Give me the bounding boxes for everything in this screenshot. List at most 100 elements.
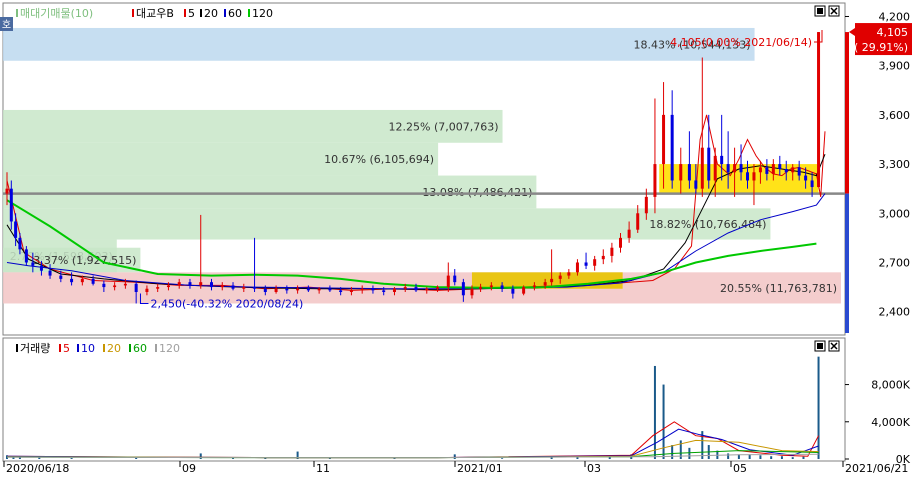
volume-bar-18 bbox=[653, 365, 656, 459]
legend-badge[interactable]: 호 bbox=[2, 19, 11, 31]
legend-swatch bbox=[59, 344, 61, 352]
legend-label[interactable]: 20 bbox=[107, 342, 121, 355]
current-price-value: 4,105 bbox=[877, 26, 909, 39]
candle-body bbox=[610, 247, 614, 256]
volume-bar-31 bbox=[780, 456, 783, 459]
candle-body bbox=[694, 180, 698, 189]
x-tick-label: 2020/06/18 bbox=[6, 462, 69, 475]
candle-body bbox=[24, 249, 28, 263]
candle-body bbox=[575, 262, 579, 273]
volume-bar-11 bbox=[393, 458, 396, 459]
candle-body bbox=[188, 282, 192, 286]
annotation-low: 2,450(-40.32% 2020/08/24) bbox=[150, 297, 303, 310]
candle-body bbox=[810, 180, 814, 188]
legend-swatch bbox=[16, 344, 18, 352]
volume-profile-label-6: 3.37% (1,927,515) bbox=[33, 254, 136, 267]
candle-body bbox=[479, 287, 483, 289]
volume-bar-3 bbox=[38, 457, 41, 459]
candle-body bbox=[177, 282, 181, 286]
candle-body bbox=[791, 167, 795, 173]
legend-label[interactable]: 120 bbox=[252, 7, 273, 20]
candle-body bbox=[550, 278, 554, 283]
candle-body bbox=[784, 169, 788, 173]
legend-label[interactable]: 매대기매물(10) bbox=[20, 7, 93, 20]
candle-body bbox=[360, 288, 364, 291]
legend-label[interactable]: 5 bbox=[63, 342, 70, 355]
legend-label[interactable]: 10 bbox=[81, 342, 95, 355]
legend-swatch bbox=[77, 344, 79, 352]
legend-label[interactable]: 5 bbox=[188, 7, 195, 20]
volume-bar-12 bbox=[453, 454, 456, 459]
x-tick-label: 05 bbox=[733, 462, 747, 475]
legend-label[interactable]: 대교우B bbox=[136, 7, 174, 20]
legend-swatch bbox=[155, 344, 157, 352]
legend-swatch bbox=[132, 9, 134, 17]
candle-body bbox=[113, 285, 117, 288]
candle-body bbox=[470, 288, 474, 296]
candle-body bbox=[511, 288, 515, 294]
volume-bar-22 bbox=[688, 447, 691, 459]
volume-bar-13 bbox=[501, 458, 504, 459]
candle-body bbox=[70, 278, 74, 283]
legend-label[interactable]: 20 bbox=[204, 7, 218, 20]
stock-chart: 18.43% (10,544,133)12.25% (7,007,763)10.… bbox=[0, 2, 912, 475]
volume-profile-label-1: 12.25% (7,007,763) bbox=[389, 120, 499, 133]
candle-body bbox=[31, 262, 35, 266]
candle-body bbox=[425, 288, 429, 291]
candle-body bbox=[771, 164, 775, 174]
candle-body bbox=[567, 272, 571, 276]
volume-profile-label-2: 10.67% (6,105,694) bbox=[324, 153, 434, 166]
candle-body bbox=[636, 213, 640, 230]
candle-body bbox=[414, 287, 418, 291]
legend-label[interactable]: 120 bbox=[159, 342, 180, 355]
candle-body bbox=[220, 285, 224, 288]
legend-swatch bbox=[200, 9, 202, 17]
candle-body bbox=[817, 32, 821, 188]
panel-minimize-icon bbox=[817, 343, 823, 349]
candle-body bbox=[619, 237, 622, 248]
price-y-tick-label: 3,600 bbox=[879, 109, 911, 122]
volume-profile-label-7: 20.55% (11,763,781) bbox=[720, 282, 837, 295]
legend-label[interactable]: 60 bbox=[228, 7, 242, 20]
candle-body bbox=[746, 172, 750, 181]
candle-body bbox=[48, 270, 52, 276]
legend-label[interactable]: 60 bbox=[133, 342, 147, 355]
volume-bar-33 bbox=[802, 456, 805, 459]
volume-panel-frame bbox=[2, 337, 846, 462]
legend-label[interactable]: 거래량 bbox=[20, 342, 50, 355]
candle-body bbox=[242, 287, 246, 289]
candle-body bbox=[339, 290, 343, 292]
candle-body bbox=[679, 164, 683, 181]
panel-minimize-icon bbox=[817, 8, 823, 14]
candle-body bbox=[39, 265, 43, 271]
candle-body bbox=[349, 290, 353, 292]
volume-y-tick-label: 8,000K bbox=[871, 379, 910, 392]
volume-bar-26 bbox=[727, 453, 730, 459]
candle-body bbox=[91, 278, 95, 284]
current-price-change: ( 29.91%) bbox=[854, 41, 908, 54]
volume-bar-4 bbox=[70, 458, 73, 459]
price-y-tick-label: 3,300 bbox=[879, 158, 911, 171]
candle-body bbox=[392, 288, 396, 292]
candle-body bbox=[752, 172, 756, 181]
candle-body bbox=[593, 259, 597, 266]
candle-body bbox=[285, 288, 289, 291]
candle-body bbox=[804, 175, 808, 181]
candle-body bbox=[543, 282, 547, 286]
candle-body bbox=[274, 288, 278, 292]
x-tick-label: 2021/01 bbox=[457, 462, 503, 475]
candle-body bbox=[166, 285, 170, 288]
candle-body bbox=[436, 287, 440, 289]
candle-body bbox=[80, 278, 84, 283]
price-y-tick-label: 2,700 bbox=[879, 256, 911, 269]
candle-body bbox=[500, 285, 504, 289]
x-tick-label: 03 bbox=[587, 462, 601, 475]
candle-body bbox=[778, 164, 782, 169]
candle-body bbox=[758, 167, 762, 173]
x-tick-label: 09 bbox=[182, 462, 196, 475]
candle-body bbox=[700, 147, 704, 189]
volume-bar-34 bbox=[817, 356, 820, 459]
candle-body bbox=[601, 255, 605, 260]
price-y-tick-label: 3,900 bbox=[879, 60, 911, 73]
candle-body bbox=[765, 167, 769, 174]
